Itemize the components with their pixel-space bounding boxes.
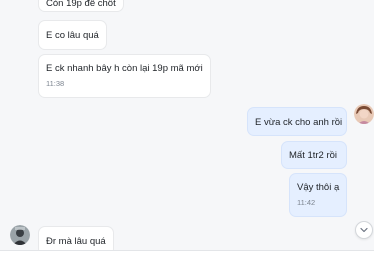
avatar-icon: [10, 225, 30, 245]
message-time: 11:42: [297, 198, 316, 207]
message-bubble-incoming: E co lâu quá: [38, 20, 107, 50]
message-time: 11:38: [46, 79, 65, 88]
composer-divider: [0, 250, 374, 257]
message-text: E co lâu quá: [46, 30, 99, 41]
chevron-down-icon: [360, 227, 368, 233]
avatar-icon: [354, 104, 374, 124]
scroll-to-bottom-button[interactable]: [355, 221, 373, 239]
message-text: Đr mà lâu quá: [46, 236, 106, 247]
message-bubble-outgoing: Vậy thôi ạ 11:42: [289, 173, 347, 217]
my-avatar[interactable]: [354, 104, 374, 124]
message-text: Mất 1tr2 rồi: [289, 150, 338, 161]
message-bubble-incoming: Còn 19p để chốt: [38, 0, 124, 12]
message-text: E ck nhanh bây h còn lại 19p mã mới: [46, 63, 203, 74]
chat-conversation: Còn 19p để chốt E co lâu quá E ck nhanh …: [0, 0, 374, 257]
message-text: E vừa ck cho anh rồi: [255, 117, 343, 128]
message-bubble-incoming: E ck nhanh bây h còn lại 19p mã mới 11:3…: [38, 54, 211, 98]
message-text: Vậy thôi ạ: [297, 182, 340, 193]
message-bubble-outgoing: E vừa ck cho anh rồi: [247, 107, 347, 136]
message-text: Còn 19p để chốt: [46, 0, 116, 9]
contact-avatar[interactable]: [10, 225, 30, 245]
message-bubble-outgoing: Mất 1tr2 rồi: [281, 141, 347, 169]
